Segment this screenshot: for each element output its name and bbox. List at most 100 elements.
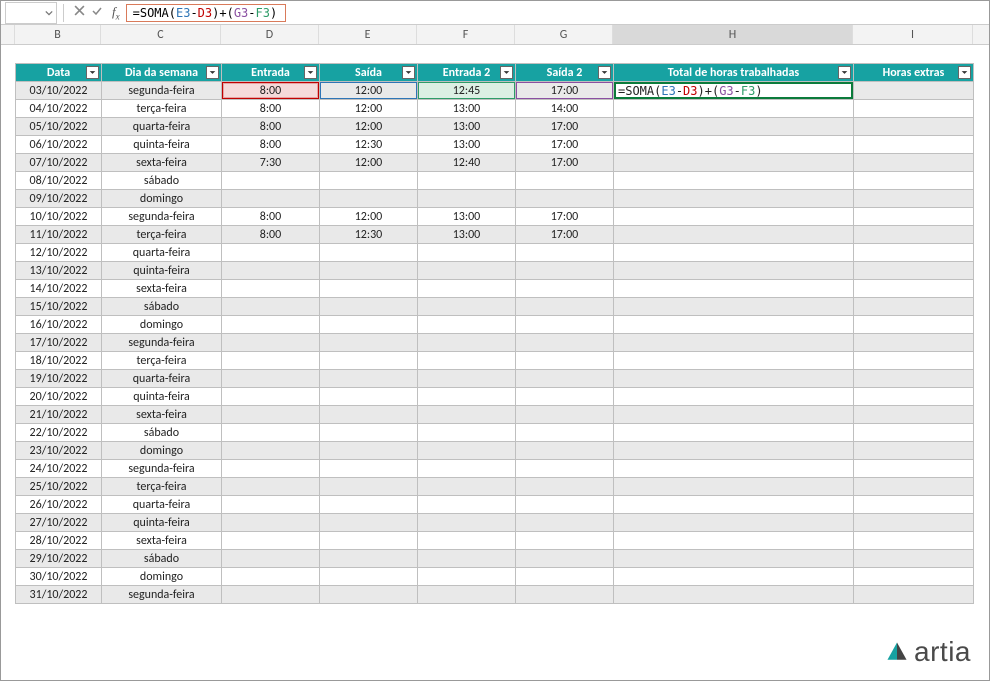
cell[interactable] <box>222 316 320 334</box>
cell[interactable] <box>418 280 516 298</box>
cell[interactable]: 12:00 <box>320 154 418 172</box>
cell[interactable] <box>614 370 854 388</box>
cell[interactable] <box>320 334 418 352</box>
cell[interactable] <box>854 406 974 424</box>
col-header-F[interactable]: F <box>417 25 515 44</box>
cell[interactable] <box>222 478 320 496</box>
cell[interactable]: 17:00 <box>516 226 614 244</box>
cell[interactable] <box>222 550 320 568</box>
cell[interactable]: quinta-feira <box>102 388 222 406</box>
cell[interactable] <box>614 298 854 316</box>
cell[interactable] <box>614 568 854 586</box>
filter-icon[interactable] <box>958 66 971 79</box>
cell[interactable]: 11/10/2022 <box>16 226 102 244</box>
cell[interactable] <box>418 478 516 496</box>
cell[interactable] <box>320 424 418 442</box>
cell[interactable] <box>854 586 974 604</box>
cell[interactable] <box>222 496 320 514</box>
cell[interactable] <box>614 514 854 532</box>
cell[interactable]: sexta-feira <box>102 154 222 172</box>
cell[interactable]: quarta-feira <box>102 370 222 388</box>
cell[interactable]: 06/10/2022 <box>16 136 102 154</box>
cell[interactable] <box>516 424 614 442</box>
cell[interactable] <box>614 586 854 604</box>
cell[interactable] <box>854 208 974 226</box>
cell[interactable]: 16/10/2022 <box>16 316 102 334</box>
cell[interactable] <box>222 460 320 478</box>
cell[interactable] <box>320 352 418 370</box>
cell[interactable]: 17:00 <box>516 82 614 100</box>
cell[interactable]: 12:00 <box>320 118 418 136</box>
cell[interactable] <box>418 532 516 550</box>
cell[interactable]: 27/10/2022 <box>16 514 102 532</box>
cell[interactable]: quinta-feira <box>102 136 222 154</box>
cell[interactable]: 26/10/2022 <box>16 496 102 514</box>
cell[interactable] <box>854 100 974 118</box>
cell[interactable] <box>516 280 614 298</box>
cell[interactable] <box>854 298 974 316</box>
cell[interactable]: quarta-feira <box>102 118 222 136</box>
cell[interactable] <box>418 334 516 352</box>
cell[interactable] <box>614 496 854 514</box>
filter-icon[interactable] <box>86 66 99 79</box>
filter-icon[interactable] <box>838 66 851 79</box>
cell[interactable]: 12:30 <box>320 226 418 244</box>
cell[interactable] <box>614 262 854 280</box>
cell[interactable] <box>418 442 516 460</box>
cell[interactable] <box>854 496 974 514</box>
cell[interactable]: 8:00 <box>222 208 320 226</box>
th-entrada2[interactable]: Entrada 2 <box>418 64 516 82</box>
cell[interactable] <box>222 514 320 532</box>
th-entrada[interactable]: Entrada <box>222 64 320 82</box>
cell[interactable] <box>516 406 614 424</box>
cell[interactable] <box>854 370 974 388</box>
cell[interactable] <box>418 406 516 424</box>
cell[interactable]: 17:00 <box>516 136 614 154</box>
cell[interactable]: quarta-feira <box>102 244 222 262</box>
cell[interactable] <box>854 442 974 460</box>
cell[interactable] <box>854 352 974 370</box>
cell[interactable]: 12/10/2022 <box>16 244 102 262</box>
cell[interactable] <box>320 586 418 604</box>
cell[interactable] <box>516 388 614 406</box>
cell[interactable]: sexta-feira <box>102 280 222 298</box>
cell[interactable] <box>516 316 614 334</box>
cell[interactable]: 12:45 <box>418 82 516 100</box>
cell[interactable]: 17:00 <box>516 118 614 136</box>
cell[interactable] <box>854 82 974 100</box>
cell[interactable]: quarta-feira <box>102 496 222 514</box>
cell[interactable] <box>614 226 854 244</box>
cell[interactable]: 8:00 <box>222 226 320 244</box>
cell[interactable]: segunda-feira <box>102 460 222 478</box>
cell[interactable] <box>320 532 418 550</box>
cell[interactable] <box>418 550 516 568</box>
cell[interactable]: 19/10/2022 <box>16 370 102 388</box>
cell[interactable]: 29/10/2022 <box>16 550 102 568</box>
cell[interactable] <box>614 388 854 406</box>
cell[interactable] <box>854 388 974 406</box>
filter-icon[interactable] <box>598 66 611 79</box>
cell[interactable] <box>854 226 974 244</box>
cell[interactable] <box>516 514 614 532</box>
cell[interactable] <box>516 568 614 586</box>
cell[interactable] <box>854 244 974 262</box>
cell[interactable] <box>614 118 854 136</box>
cell[interactable]: 13:00 <box>418 100 516 118</box>
cell[interactable] <box>614 532 854 550</box>
cell[interactable] <box>320 550 418 568</box>
cell[interactable] <box>614 316 854 334</box>
cell[interactable]: 12:00 <box>320 100 418 118</box>
cell[interactable] <box>854 262 974 280</box>
cell[interactable]: 23/10/2022 <box>16 442 102 460</box>
enter-button[interactable] <box>88 5 106 21</box>
insert-function-button[interactable]: fx <box>106 4 126 22</box>
cell[interactable]: terça-feira <box>102 100 222 118</box>
cell[interactable] <box>320 172 418 190</box>
cell[interactable] <box>516 550 614 568</box>
cell[interactable] <box>320 280 418 298</box>
cell[interactable]: 8:00 <box>222 118 320 136</box>
cell[interactable]: 05/10/2022 <box>16 118 102 136</box>
cell[interactable] <box>418 568 516 586</box>
cell[interactable]: 17:00 <box>516 154 614 172</box>
cell[interactable] <box>320 460 418 478</box>
